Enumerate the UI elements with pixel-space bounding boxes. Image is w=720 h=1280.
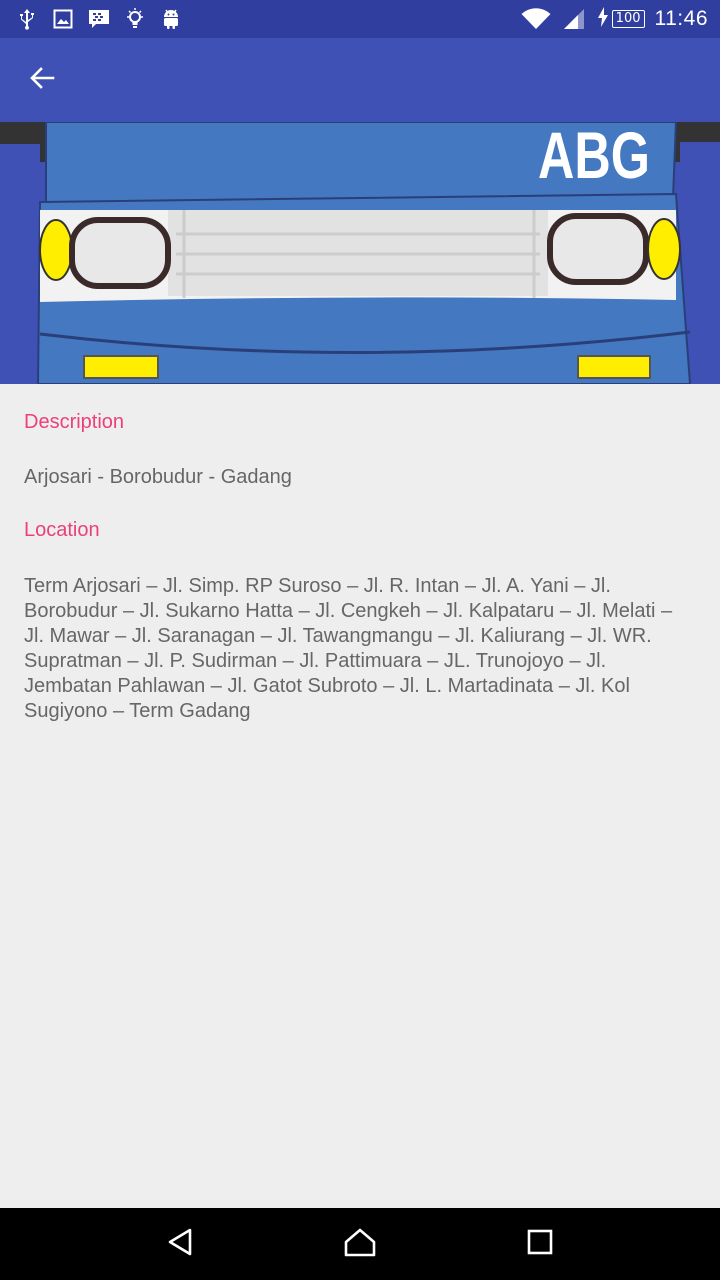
battery-indicator: 100	[597, 7, 645, 31]
detail-content: Description Arjosari - Borobudur - Gadan…	[0, 384, 720, 1208]
navigation-bar	[0, 1208, 720, 1280]
back-button[interactable]	[22, 58, 62, 102]
signal-icon	[561, 8, 587, 30]
description-heading: Description	[24, 411, 125, 433]
nav-recents-button[interactable]	[510, 1224, 570, 1264]
arrow-back-icon	[29, 66, 55, 94]
image-icon	[52, 8, 74, 30]
angkot-illustration: ABG	[0, 122, 720, 384]
app-bar	[0, 38, 720, 122]
usb-icon	[16, 8, 38, 30]
nav-back-button[interactable]	[150, 1224, 210, 1264]
android-icon	[160, 8, 182, 30]
recents-icon	[527, 1229, 553, 1259]
notification-icons	[0, 8, 182, 30]
home-icon	[343, 1227, 377, 1261]
back-triangle-icon	[166, 1227, 194, 1261]
nav-home-button[interactable]	[330, 1224, 390, 1264]
lightbulb-icon	[124, 8, 146, 30]
description-text: Arjosari - Borobudur - Gadang	[24, 466, 292, 488]
status-bar: 100 11:46	[0, 0, 720, 38]
system-indicators: 100 11:46	[521, 7, 720, 31]
vehicle-logo: ABG	[538, 122, 650, 192]
clock: 11:46	[654, 7, 708, 30]
bbm-icon	[88, 8, 110, 30]
location-text: Term Arjosari – Jl. Simp. RP Suroso – Jl…	[24, 575, 673, 722]
battery-level: 100	[611, 10, 645, 28]
location-heading: Location	[24, 519, 100, 541]
charging-icon	[597, 7, 609, 31]
hero-image: ABG	[0, 122, 720, 384]
wifi-icon	[521, 8, 551, 30]
